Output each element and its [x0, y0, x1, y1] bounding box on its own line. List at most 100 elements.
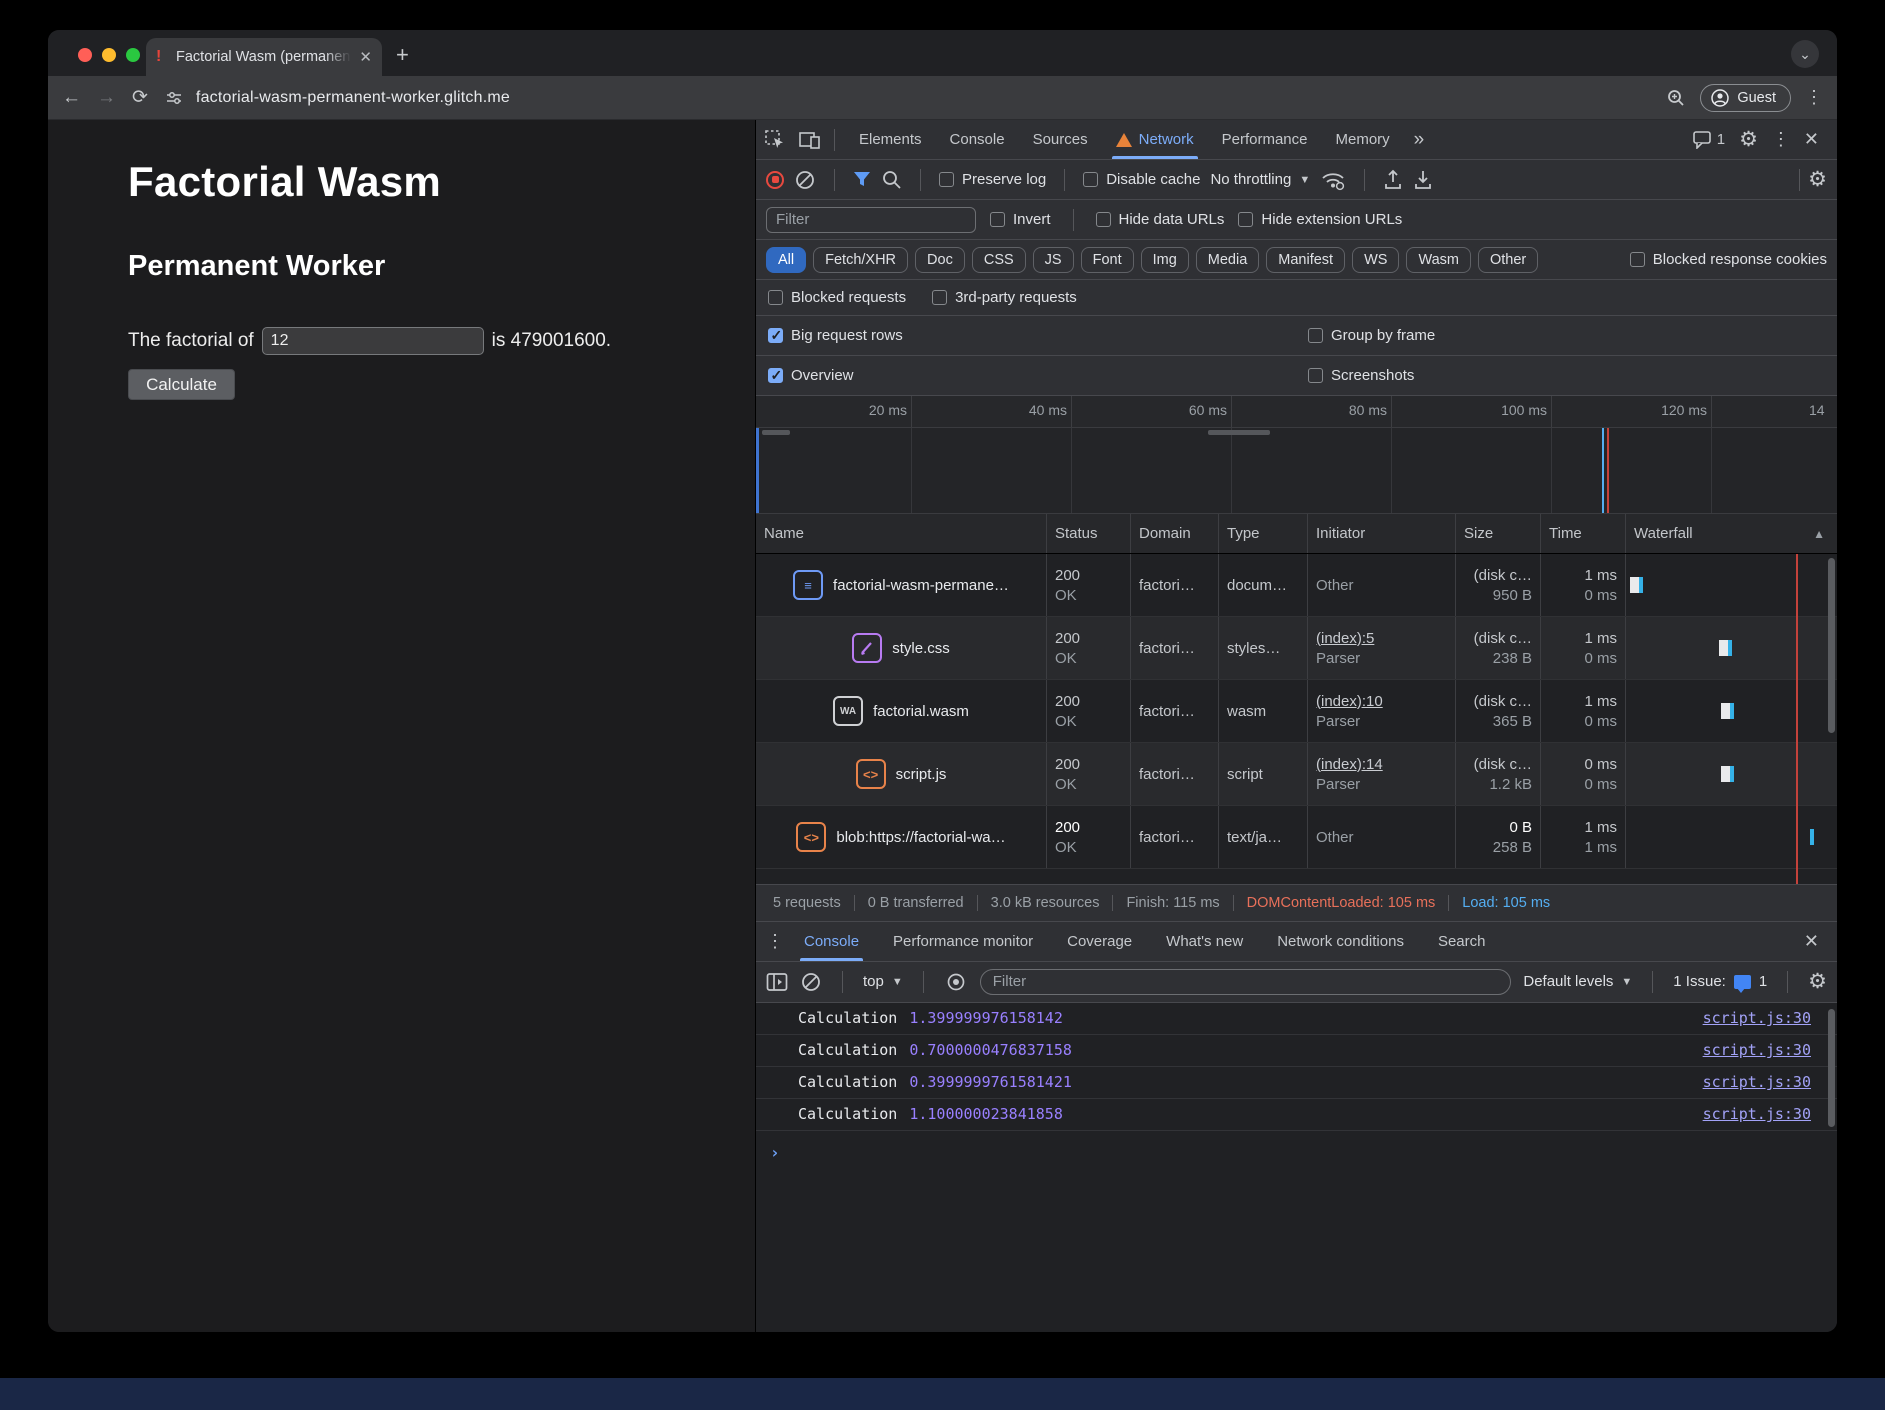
table-row[interactable]: <> blob:https://factorial-wa… 200OK fact…	[756, 806, 1837, 869]
drawer-tab-console[interactable]: Console	[790, 922, 873, 961]
record-network-log-button[interactable]	[766, 171, 784, 189]
network-conditions-icon[interactable]	[1320, 169, 1346, 191]
disable-cache-checkbox[interactable]: Disable cache	[1083, 171, 1200, 188]
back-icon[interactable]: ←	[62, 87, 81, 109]
export-har-icon[interactable]	[1413, 169, 1433, 190]
table-row[interactable]: ≡ factorial-wasm-permane… 200OK factori……	[756, 554, 1837, 617]
drawer-tab-performance-monitor[interactable]: Performance monitor	[879, 922, 1047, 961]
browser-tab[interactable]: ! Factorial Wasm (permanent W ✕	[146, 38, 382, 76]
forward-icon[interactable]: →	[97, 87, 116, 109]
browser-menu-icon[interactable]: ⋮	[1805, 87, 1823, 108]
checkbox[interactable]	[1096, 212, 1111, 227]
drawer-tab-search[interactable]: Search	[1424, 922, 1500, 961]
execution-context-dropdown[interactable]: top▼	[863, 973, 903, 990]
drawer-tab-whats-new[interactable]: What's new	[1152, 922, 1257, 961]
console-scrollbar[interactable]	[1828, 1009, 1835, 1127]
zoom-page-icon[interactable]	[1666, 88, 1686, 108]
col-header-size[interactable]: Size	[1456, 514, 1541, 553]
chip-all[interactable]: All	[766, 247, 806, 273]
initiator-link[interactable]: (index):10	[1316, 693, 1447, 710]
minimize-window-button[interactable]	[102, 48, 116, 62]
checkbox[interactable]	[1308, 328, 1323, 343]
col-header-name[interactable]: Name	[756, 514, 1047, 553]
zoom-window-button[interactable]	[126, 48, 140, 62]
checkbox[interactable]	[939, 172, 954, 187]
issues-button[interactable]: 1	[1693, 131, 1725, 149]
checkbox[interactable]	[768, 290, 783, 305]
chip-fetch-xhr[interactable]: Fetch/XHR	[813, 247, 908, 273]
clear-console-icon[interactable]	[800, 971, 822, 993]
overview-handle[interactable]	[762, 430, 790, 435]
drawer-tab-coverage[interactable]: Coverage	[1053, 922, 1146, 961]
tab-performance[interactable]: Performance	[1210, 120, 1320, 159]
console-message[interactable]: Calculation 1.100000023841858 script.js:…	[756, 1099, 1837, 1131]
source-location-link[interactable]: script.js:30	[1703, 1105, 1827, 1123]
log-levels-dropdown[interactable]: Default levels▼	[1523, 973, 1632, 990]
devtools-menu-icon[interactable]: ⋮	[1772, 129, 1790, 150]
console-settings-gear-icon[interactable]: ⚙	[1808, 969, 1827, 994]
preserve-log-checkbox[interactable]: Preserve log	[939, 171, 1046, 188]
checkbox[interactable]	[932, 290, 947, 305]
table-row[interactable]: <> script.js 200OK factori… script (inde…	[756, 743, 1837, 806]
checkbox[interactable]	[1308, 368, 1323, 383]
close-devtools-icon[interactable]: ✕	[1804, 129, 1819, 150]
inspect-element-icon[interactable]	[764, 129, 786, 151]
overview-checkbox[interactable]: Overview	[768, 367, 1308, 384]
factorial-input[interactable]	[262, 327, 484, 355]
chip-ws[interactable]: WS	[1352, 247, 1399, 273]
chip-css[interactable]: CSS	[972, 247, 1026, 273]
checkbox[interactable]	[1238, 212, 1253, 227]
tab-elements[interactable]: Elements	[847, 120, 934, 159]
checkbox[interactable]	[990, 212, 1005, 227]
close-window-button[interactable]	[78, 48, 92, 62]
col-header-time[interactable]: Time	[1541, 514, 1626, 553]
blocked-response-cookies-checkbox[interactable]: Blocked response cookies	[1630, 251, 1827, 268]
drawer-tab-network-conditions[interactable]: Network conditions	[1263, 922, 1418, 961]
source-location-link[interactable]: script.js:30	[1703, 1009, 1827, 1027]
table-row[interactable]: WA factorial.wasm 200OK factori… wasm (i…	[756, 680, 1837, 743]
search-icon[interactable]	[881, 169, 902, 190]
tab-network[interactable]: Network	[1104, 120, 1206, 159]
hide-data-urls-checkbox[interactable]: Hide data URLs	[1096, 211, 1225, 228]
overview-handle[interactable]	[1208, 430, 1270, 435]
tab-sources[interactable]: Sources	[1021, 120, 1100, 159]
tab-console[interactable]: Console	[938, 120, 1017, 159]
import-har-icon[interactable]	[1383, 169, 1403, 190]
tab-memory[interactable]: Memory	[1324, 120, 1402, 159]
initiator-link[interactable]: (index):14	[1316, 756, 1447, 773]
third-party-requests-checkbox[interactable]: 3rd-party requests	[932, 289, 1077, 306]
source-location-link[interactable]: script.js:30	[1703, 1073, 1827, 1091]
tab-search-button[interactable]: ⌄	[1791, 40, 1819, 68]
drawer-menu-icon[interactable]: ⋮	[766, 931, 784, 952]
throttling-dropdown[interactable]: No throttling ▼	[1210, 171, 1310, 188]
table-scrollbar[interactable]	[1828, 558, 1835, 733]
console-message[interactable]: Calculation 0.7000000476837158 script.js…	[756, 1035, 1837, 1067]
chip-font[interactable]: Font	[1081, 247, 1134, 273]
checkbox-checked[interactable]	[768, 368, 783, 383]
big-request-rows-checkbox[interactable]: Big request rows	[768, 327, 1308, 344]
blocked-requests-checkbox[interactable]: Blocked requests	[768, 289, 906, 306]
calculate-button[interactable]: Calculate	[128, 369, 235, 400]
group-by-frame-checkbox[interactable]: Group by frame	[1308, 327, 1435, 344]
invert-checkbox[interactable]: Invert	[990, 211, 1051, 228]
url-text[interactable]: factorial-wasm-permanent-worker.glitch.m…	[196, 89, 510, 107]
console-message[interactable]: Calculation 1.399999976158142 script.js:…	[756, 1003, 1837, 1035]
network-overview-band[interactable]	[756, 428, 1837, 514]
live-expression-eye-icon[interactable]	[944, 973, 968, 991]
close-drawer-icon[interactable]: ✕	[1804, 931, 1827, 952]
network-settings-gear-icon[interactable]: ⚙	[1808, 167, 1827, 192]
chip-js[interactable]: JS	[1033, 247, 1074, 273]
console-sidebar-icon[interactable]	[766, 972, 788, 992]
chip-wasm[interactable]: Wasm	[1406, 247, 1471, 273]
screenshots-checkbox[interactable]: Screenshots	[1308, 367, 1414, 384]
col-header-initiator[interactable]: Initiator	[1308, 514, 1456, 553]
chip-media[interactable]: Media	[1196, 247, 1260, 273]
console-prompt[interactable]: ›	[756, 1131, 1837, 1162]
chip-manifest[interactable]: Manifest	[1266, 247, 1345, 273]
checkbox-checked[interactable]	[768, 328, 783, 343]
profile-button[interactable]: Guest	[1700, 84, 1791, 112]
chip-img[interactable]: Img	[1141, 247, 1189, 273]
issues-counter[interactable]: 1 Issue: 1	[1673, 973, 1767, 990]
col-header-status[interactable]: Status	[1047, 514, 1131, 553]
device-toolbar-icon[interactable]	[798, 130, 822, 150]
